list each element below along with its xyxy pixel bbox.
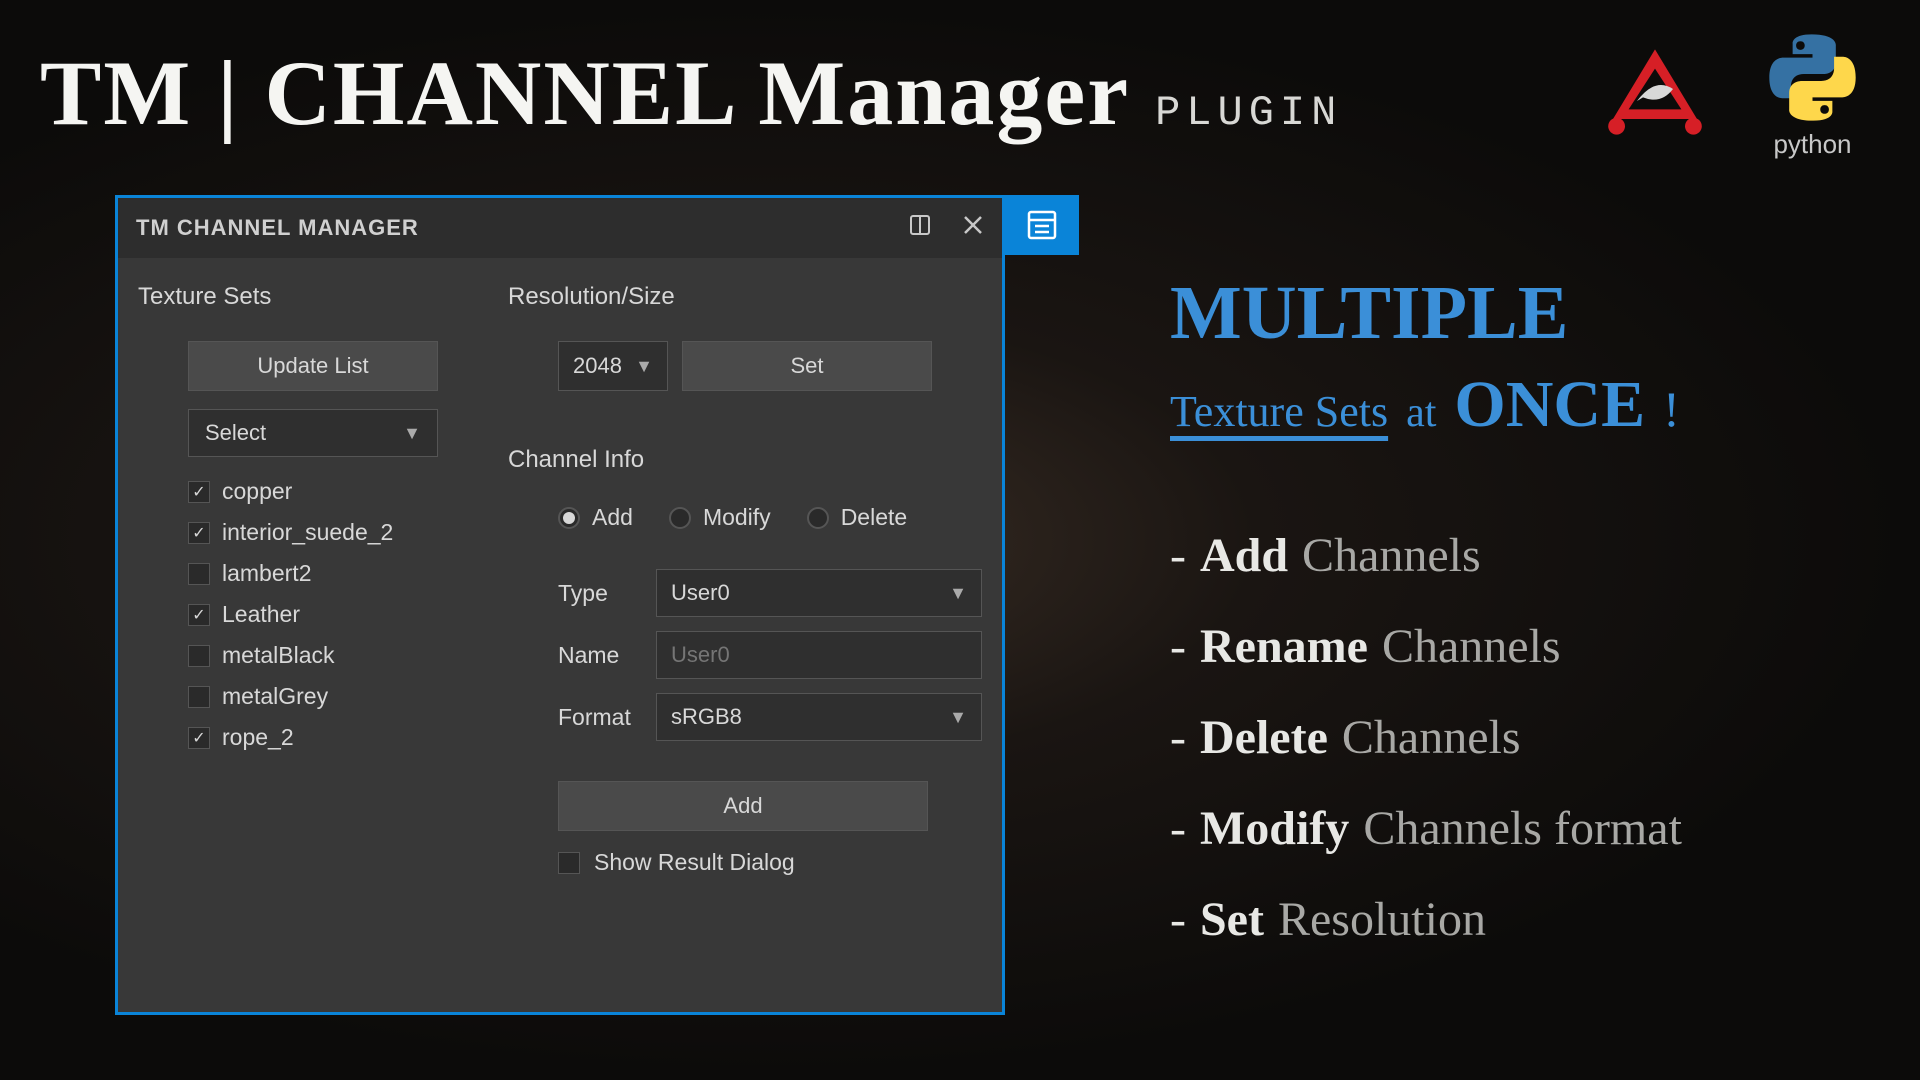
chevron-down-icon: ▼ <box>949 583 967 604</box>
feature-item: - Set Resolution <box>1170 892 1870 947</box>
show-result-checkbox-row[interactable]: Show Result Dialog <box>558 849 982 876</box>
set-button[interactable]: Set <box>682 341 932 391</box>
resolution-heading: Resolution/Size <box>508 283 982 311</box>
checkbox[interactable]: ✓ <box>188 727 210 749</box>
resolution-value: 2048 <box>573 353 622 379</box>
dock-panel-button[interactable] <box>1005 195 1079 255</box>
title-main: TM | CHANNEL Manager <box>40 40 1130 146</box>
feature-item: - Delete Channels <box>1170 710 1870 765</box>
texture-set-label: Leather <box>222 601 300 628</box>
texture-set-label: metalGrey <box>222 683 328 710</box>
name-label: Name <box>558 642 640 669</box>
promo-heading: MULTIPLE <box>1170 270 1870 357</box>
promo-at: at <box>1406 389 1436 437</box>
radio-add[interactable]: Add <box>558 504 633 531</box>
texture-set-item[interactable]: ✓ interior_suede_2 <box>188 512 478 553</box>
texture-set-label: metalBlack <box>222 642 334 669</box>
type-label: Type <box>558 580 640 607</box>
checkbox[interactable]: ✓ <box>188 481 210 503</box>
texture-set-label: copper <box>222 478 292 505</box>
format-label: Format <box>558 704 640 731</box>
promo-text: MULTIPLE Texture Sets at ONCE ! - Add Ch… <box>1170 270 1870 983</box>
update-list-button[interactable]: Update List <box>188 341 438 391</box>
python-logo-icon: python <box>1765 30 1860 160</box>
texture-set-label: lambert2 <box>222 560 311 587</box>
checkbox[interactable] <box>188 686 210 708</box>
texture-set-item[interactable]: ✓ rope_2 <box>188 717 478 758</box>
texture-set-item[interactable]: ✓ copper <box>188 471 478 512</box>
close-icon[interactable] <box>962 214 984 243</box>
checkbox[interactable] <box>188 645 210 667</box>
feature-item: - Modify Channels format <box>1170 801 1870 856</box>
texture-set-item[interactable]: ✓ Leather <box>188 594 478 635</box>
add-button[interactable]: Add <box>558 781 928 831</box>
promo-once: ONCE <box>1454 367 1645 443</box>
select-value: Select <box>205 420 266 446</box>
page-title: TM | CHANNEL Manager PLUGIN <box>40 40 1342 146</box>
window-titlebar: TM CHANNEL MANAGER <box>118 198 1002 258</box>
checkbox[interactable]: ✓ <box>188 522 210 544</box>
promo-ts: Texture Sets <box>1170 386 1388 437</box>
type-select[interactable]: User0 ▼ <box>656 569 982 617</box>
checkbox[interactable] <box>188 563 210 585</box>
plugin-window: TM CHANNEL MANAGER Texture Sets Update L… <box>115 195 1005 1015</box>
title-suffix: PLUGIN <box>1155 89 1342 137</box>
feature-item: - Add Channels <box>1170 528 1870 583</box>
radio-modify[interactable]: Modify <box>669 504 771 531</box>
show-result-checkbox[interactable] <box>558 852 580 874</box>
chevron-down-icon: ▼ <box>403 423 421 444</box>
chevron-down-icon: ▼ <box>635 356 653 377</box>
select-dropdown[interactable]: Select ▼ <box>188 409 438 457</box>
show-result-label: Show Result Dialog <box>594 849 795 876</box>
substance-logo-icon <box>1595 35 1715 155</box>
checkbox[interactable]: ✓ <box>188 604 210 626</box>
format-select[interactable]: sRGB8 ▼ <box>656 693 982 741</box>
promo-excl: ! <box>1663 380 1680 438</box>
python-label: python <box>1773 129 1851 160</box>
resolution-select[interactable]: 2048 ▼ <box>558 341 668 391</box>
logo-row: python <box>1595 30 1860 160</box>
feature-item: - Rename Channels <box>1170 619 1870 674</box>
layout-icon[interactable] <box>908 213 932 244</box>
texture-set-item[interactable]: lambert2 <box>188 553 478 594</box>
window-title: TM CHANNEL MANAGER <box>136 215 419 241</box>
name-input[interactable] <box>656 631 982 679</box>
texture-set-label: interior_suede_2 <box>222 519 393 546</box>
chevron-down-icon: ▼ <box>949 707 967 728</box>
texture-set-item[interactable]: metalGrey <box>188 676 478 717</box>
radio-delete[interactable]: Delete <box>807 504 907 531</box>
texture-sets-heading: Texture Sets <box>138 283 478 311</box>
texture-set-label: rope_2 <box>222 724 294 751</box>
channel-info-heading: Channel Info <box>508 446 982 474</box>
texture-set-item[interactable]: metalBlack <box>188 635 478 676</box>
